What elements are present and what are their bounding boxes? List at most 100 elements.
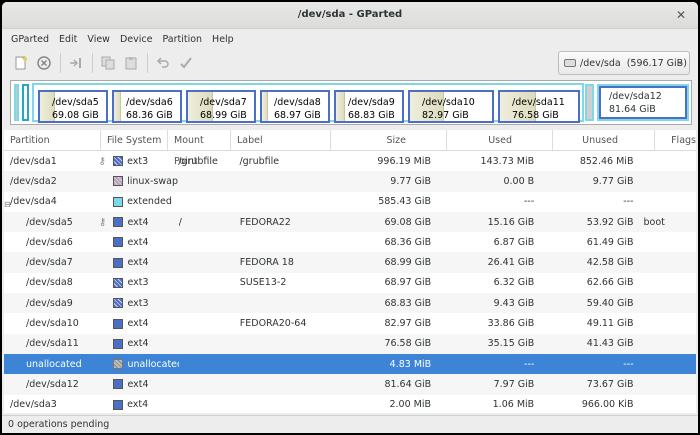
col-label[interactable]: Label [231,130,331,150]
table-row[interactable]: /dev/sda1 ⚷ ext3/grubfile/grubfile 996.19 M… [4,151,696,171]
partition-size: 68.97 GiB [384,277,432,289]
map-partition[interactable]: /dev/sda8 68.97 GiB [260,90,330,123]
map-unallocated[interactable] [585,84,594,121]
filesystem-cell: ext3 [113,298,178,309]
undo-icon[interactable] [152,52,174,74]
key-icon: ⚷ [98,216,107,228]
table-row[interactable]: /dev/sda3 ext4 2.00 MiB 1.06 MiB 966.00 KiB [4,395,696,415]
filesystem-color-icon [113,257,124,268]
filesystem-color-icon [113,176,124,187]
partition-cell: unallocated [4,359,99,370]
partition-used: 143.73 MiB [480,155,535,167]
table-row[interactable]: /dev/sda11 ext4 76.58 GiB 35.15 GiB 41.43 Gi… [4,333,696,354]
filesystem-cell: ext4 [113,318,178,329]
table-row[interactable]: unallocated unallocated 4.83 MiB --- --- [4,353,696,375]
used-bar [262,92,268,121]
col-used[interactable]: Used [447,130,553,150]
device-name: /dev/sda [580,57,621,69]
toolbar-separator [147,53,148,73]
menu-gparted[interactable]: GParted [6,34,54,45]
filesystem-name: extended [127,196,172,208]
map-sda1[interactable] [14,84,19,121]
map-partition[interactable]: /dev/sda9 68.83 GiB [334,90,404,123]
partition-name: /dev/sda3 [10,399,57,411]
partition-cell: /dev/sda8 [4,277,99,288]
filesystem-cell: ext4 [113,379,178,390]
filesystem-color-icon [113,237,124,248]
table-row[interactable]: /dev/sda6 ext4 68.36 GiB 6.87 GiB 61.49 GiB [4,232,696,252]
col-flags[interactable]: Flags [655,130,696,150]
partition-used: 15.16 GiB [487,216,535,228]
mount-key-cell: ⚷ [99,217,114,228]
collapse-icon[interactable]: ⊟ [4,200,11,207]
gparted-window: /dev/sda - GParted ✕ GParted Edit View D… [2,2,698,433]
partition-label: FEDORA 18 [239,257,294,269]
map-extended[interactable]: /dev/sda5 69.08 GiB /dev/sda6 68.36 GiB /d… [32,83,584,123]
partition-name: /dev/sda2 [10,175,57,187]
menu-partition[interactable]: Partition [157,34,207,45]
filesystem-cell: extended [113,196,178,207]
table-row[interactable]: ⊟/dev/sda4 extended 585.43 GiB --- --- [4,192,696,212]
col-filesystem[interactable]: File System [101,130,168,150]
partition-size: 9.77 GiB [390,175,431,187]
partition-name: /dev/sda1 [10,155,57,167]
table-row[interactable]: /dev/sda7 ext4 FEDORA 18 68.99 GiB 26.41 GiB… [4,252,696,273]
filesystem-name: ext4 [127,216,149,228]
menu-edit[interactable]: Edit [54,34,82,45]
map-sda2[interactable] [22,84,29,121]
menu-help[interactable]: Help [207,34,239,45]
map-partition[interactable]: /dev/sda5 69.08 GiB [38,90,108,123]
menu-view[interactable]: View [82,34,115,45]
table-row[interactable]: /dev/sda12 ext4 81.64 GiB 7.97 GiB 73.67 GiB [4,374,696,395]
table-row[interactable]: /dev/sda9 ext3 68.83 GiB 9.43 GiB 59.40 GiB [4,293,696,314]
partition-name: /dev/sda10 [26,318,79,330]
map-partition[interactable]: /dev/sda7 68.99 GiB [186,90,256,123]
disk-icon [564,59,576,67]
partition-size: 68.83 GiB [384,297,432,309]
partition-used: 0.00 B [503,175,535,187]
map-partition[interactable]: /dev/sda12 81.64 GiB [597,84,689,121]
map-partition[interactable]: /dev/sda6 68.36 GiB [112,90,182,123]
partition-unused: 852.46 MiB [579,155,634,167]
mount-point: /grubfile [178,155,218,167]
table-row[interactable]: /dev/sda2 linux-swap 9.77 GiB 0.00 B 9.77 Gi… [4,171,696,192]
partition-unused: 62.66 GiB [586,277,634,289]
filesystem-name: ext3 [127,277,149,289]
title-bar: /dev/sda - GParted ✕ [2,2,698,29]
filesystem-name: ext4 [127,236,149,248]
partition-used: 33.86 GiB [487,318,535,330]
apply-icon[interactable] [175,52,197,74]
resize-move-icon[interactable] [65,52,87,74]
partition-name: /dev/sda4 [10,196,57,208]
close-icon[interactable]: ✕ [673,7,689,23]
partition-size: 2.00 MiB [389,399,431,411]
map-partition[interactable]: /dev/sda11 76.58 GiB [498,90,580,123]
partition-size: 68.99 GiB [384,257,432,269]
filesystem-cell: unallocated [113,359,179,370]
filesystem-color-icon [113,399,124,410]
table-row[interactable]: /dev/sda8 ext3 SUSE13-2 68.97 GiB 6.32 GiB 62… [4,273,696,293]
partition-size: 82.97 GiB [384,318,432,330]
delete-icon[interactable] [33,52,55,74]
paste-icon[interactable] [120,52,142,74]
col-unused[interactable]: Unused [553,130,655,150]
table-row[interactable]: /dev/sda10 ext4 FEDORA20-64 82.97 GiB 33.86 … [4,313,696,333]
map-label: /dev/sda5 69.08 GiB [52,97,99,121]
partition-table: Partition File System Mount Point Label … [4,130,696,413]
col-partition[interactable]: Partition [4,130,101,150]
menu-device[interactable]: Device [115,34,158,45]
device-selector[interactable]: /dev/sda (596.17 GiB) ⌄ [558,51,690,75]
filesystem-color-icon [113,196,124,207]
new-icon[interactable] [10,52,32,74]
copy-icon[interactable] [97,52,119,74]
col-mount[interactable]: Mount Point [168,130,231,167]
disk-map: /dev/sda5 69.08 GiB /dev/sda6 68.36 GiB /d… [10,80,692,125]
filesystem-cell: ext4 [113,237,178,248]
map-partition[interactable]: /dev/sda10 82.97 GiB [408,90,494,123]
partition-label: FEDORA20-64 [239,318,307,330]
col-size[interactable]: Size [331,130,447,150]
filesystem-color-icon [113,359,124,370]
map-label: /dev/sda8 68.97 GiB [274,97,321,121]
table-row[interactable]: /dev/sda5 ⚷ ext4 / FEDORA22 69.08 GiB 15.16 Gi… [4,211,696,233]
partition-name: /dev/sda5 [26,216,73,228]
